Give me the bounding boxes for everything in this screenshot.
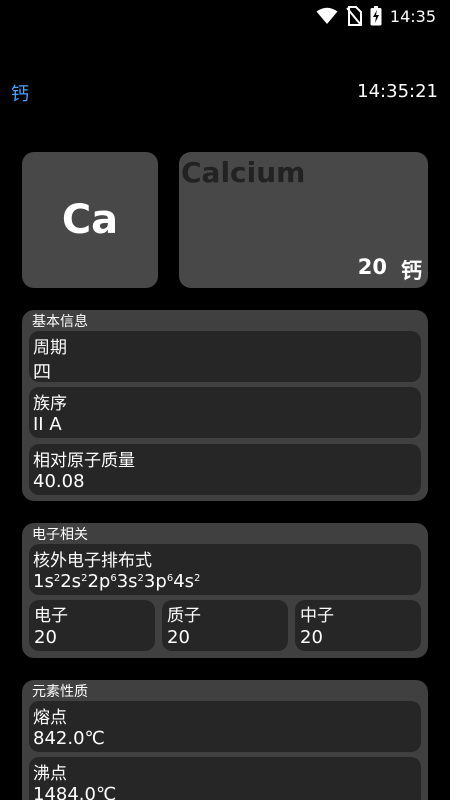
atomic-mass-value: 40.08 xyxy=(33,471,85,492)
electron-config-row: 核外电子排布式 1s22s22p63s23p64s2 xyxy=(29,544,421,595)
element-symbol-card: Ca xyxy=(22,152,158,288)
boiling-point-value: 1484.0℃ xyxy=(33,784,117,800)
atomic-mass-label: 相对原子质量 xyxy=(33,451,135,471)
group-value: II A xyxy=(33,414,62,435)
status-icons: 14:35 xyxy=(316,5,436,27)
atomic-number: 20 xyxy=(357,255,387,279)
section-title: 基本信息 xyxy=(32,314,88,330)
app-bar-clock: 14:35:21 xyxy=(357,81,438,102)
proton-count-box: 质子 20 xyxy=(162,600,288,651)
atomic-mass-row: 相对原子质量 40.08 xyxy=(29,444,421,495)
section-title: 电子相关 xyxy=(32,527,88,543)
element-number-name: 20 钙 xyxy=(358,255,422,285)
status-time: 14:35 xyxy=(389,6,436,26)
section-title: 元素性质 xyxy=(32,684,88,700)
element-english-name: Calcium xyxy=(181,156,306,189)
electron-label: 电子 xyxy=(34,606,68,626)
electron-config-value: 1s22s22p63s23p64s2 xyxy=(33,571,201,592)
proton-value: 20 xyxy=(167,627,190,648)
melting-point-label: 熔点 xyxy=(33,708,67,728)
wifi-icon xyxy=(316,7,338,24)
element-symbol: Ca xyxy=(61,197,119,243)
properties-section: 元素性质 熔点 842.0℃ 沸点 1484.0℃ xyxy=(22,680,428,800)
electron-count-box: 电子 20 xyxy=(29,600,155,651)
proton-label: 质子 xyxy=(167,606,201,626)
neutron-count-box: 中子 20 xyxy=(295,600,421,651)
period-value: 四 xyxy=(33,362,51,383)
status-bar: 14:35 xyxy=(0,0,450,32)
melting-point-value: 842.0℃ xyxy=(33,728,105,749)
period-row: 周期 四 xyxy=(29,331,421,383)
period-label: 周期 xyxy=(33,338,67,358)
element-chinese-name: 钙 xyxy=(401,259,422,283)
electron-value: 20 xyxy=(34,627,57,648)
battery-charging-icon xyxy=(370,6,382,26)
no-sim-icon xyxy=(346,6,362,26)
group-row: 族序 II A xyxy=(29,387,421,438)
melting-point-row: 熔点 842.0℃ xyxy=(29,701,421,752)
element-name-card: Calcium 20 钙 xyxy=(179,152,428,288)
neutron-label: 中子 xyxy=(300,606,334,626)
app-bar-title[interactable]: 钙 xyxy=(11,80,29,106)
boiling-point-row: 沸点 1484.0℃ xyxy=(29,757,421,800)
basic-info-section: 基本信息 周期 四 族序 II A 相对原子质量 40.08 xyxy=(22,310,428,501)
electron-config-label: 核外电子排布式 xyxy=(33,551,152,571)
group-label: 族序 xyxy=(33,394,67,414)
electron-info-section: 电子相关 核外电子排布式 1s22s22p63s23p64s2 电子 20 质子… xyxy=(22,523,428,658)
neutron-value: 20 xyxy=(300,627,323,648)
boiling-point-label: 沸点 xyxy=(33,764,67,784)
